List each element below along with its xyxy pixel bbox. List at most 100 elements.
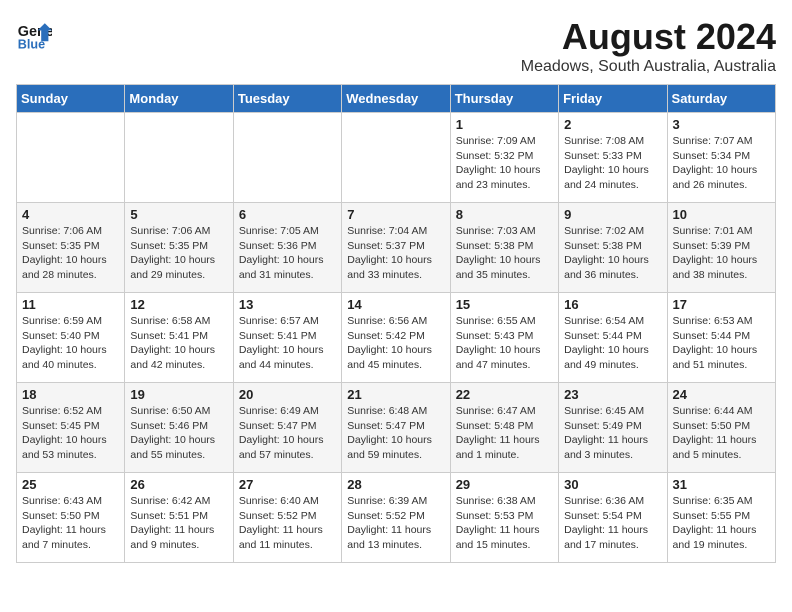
day-number: 25 bbox=[22, 477, 119, 492]
calendar-cell: 8Sunrise: 7:03 AM Sunset: 5:38 PM Daylig… bbox=[450, 203, 558, 293]
calendar-cell: 17Sunrise: 6:53 AM Sunset: 5:44 PM Dayli… bbox=[667, 293, 775, 383]
day-number: 24 bbox=[673, 387, 770, 402]
calendar-subtitle: Meadows, South Australia, Australia bbox=[521, 58, 776, 76]
day-number: 8 bbox=[456, 207, 553, 222]
day-info: Sunrise: 6:42 AM Sunset: 5:51 PM Dayligh… bbox=[130, 494, 227, 553]
day-info: Sunrise: 6:44 AM Sunset: 5:50 PM Dayligh… bbox=[673, 404, 770, 463]
calendar-cell: 14 Sunrise: 6:56 AM Sunset: 5:42 PM Dayli… bbox=[342, 293, 450, 383]
day-number: 13 bbox=[239, 297, 336, 312]
day-info: Sunrise: 7:01 AM Sunset: 5:39 PM Dayligh… bbox=[673, 224, 770, 283]
day-number: 9 bbox=[564, 207, 661, 222]
day-number: 26 bbox=[130, 477, 227, 492]
day-number: 31 bbox=[673, 477, 770, 492]
day-number: 22 bbox=[456, 387, 553, 402]
calendar-cell: 10 Sunrise: 7:01 AM Sunset: 5:39 PM Dayli… bbox=[667, 203, 775, 293]
calendar-cell: 15 Sunrise: 6:55 AM Sunset: 5:43 PM Dayli… bbox=[450, 293, 558, 383]
header-thursday: Thursday bbox=[450, 85, 558, 113]
day-info: Sunrise: 7:06 AM Sunset: 5:35 PM Dayligh… bbox=[22, 224, 119, 283]
day-info: Sunrise: 6:53 AM Sunset: 5:44 PM Dayligh… bbox=[673, 314, 770, 373]
calendar-cell: 23 Sunrise: 6:45 AM Sunset: 5:49 PM Dayli… bbox=[559, 383, 667, 473]
day-number: 15 bbox=[456, 297, 553, 312]
header-tuesday: Tuesday bbox=[233, 85, 341, 113]
calendar-week-row: 25Sunrise: 6:43 AM Sunset: 5:50 PM Dayli… bbox=[17, 473, 776, 563]
calendar-cell: 26 Sunrise: 6:42 AM Sunset: 5:51 PM Dayli… bbox=[125, 473, 233, 563]
header-friday: Friday bbox=[559, 85, 667, 113]
calendar-table: Sunday Monday Tuesday Wednesday Thursday… bbox=[16, 84, 776, 563]
calendar-cell bbox=[125, 113, 233, 203]
calendar-cell: 31 Sunrise: 6:35 AM Sunset: 5:55 PM Dayli… bbox=[667, 473, 775, 563]
day-number: 18 bbox=[22, 387, 119, 402]
calendar-title: August 2024 bbox=[521, 16, 776, 58]
day-number: 10 bbox=[673, 207, 770, 222]
day-info: Sunrise: 6:54 AM Sunset: 5:44 PM Dayligh… bbox=[564, 314, 661, 373]
day-number: 2 bbox=[564, 117, 661, 132]
calendar-cell: 19 Sunrise: 6:50 AM Sunset: 5:46 PM Dayli… bbox=[125, 383, 233, 473]
day-number: 19 bbox=[130, 387, 227, 402]
calendar-cell: 29 Sunrise: 6:38 AM Sunset: 5:53 PM Dayli… bbox=[450, 473, 558, 563]
calendar-cell: 22 Sunrise: 6:47 AM Sunset: 5:48 PM Dayli… bbox=[450, 383, 558, 473]
header-monday: Monday bbox=[125, 85, 233, 113]
calendar-header-row: Sunday Monday Tuesday Wednesday Thursday… bbox=[17, 85, 776, 113]
calendar-cell: 28 Sunrise: 6:39 AM Sunset: 5:52 PM Dayli… bbox=[342, 473, 450, 563]
day-number: 12 bbox=[130, 297, 227, 312]
header-sunday: Sunday bbox=[17, 85, 125, 113]
day-info: Sunrise: 6:35 AM Sunset: 5:55 PM Dayligh… bbox=[673, 494, 770, 553]
day-number: 14 bbox=[347, 297, 444, 312]
day-info: Sunrise: 7:02 AM Sunset: 5:38 PM Dayligh… bbox=[564, 224, 661, 283]
day-info: Sunrise: 7:08 AM Sunset: 5:33 PM Dayligh… bbox=[564, 134, 661, 193]
day-number: 3 bbox=[673, 117, 770, 132]
day-number: 4 bbox=[22, 207, 119, 222]
calendar-cell bbox=[233, 113, 341, 203]
day-number: 20 bbox=[239, 387, 336, 402]
day-number: 27 bbox=[239, 477, 336, 492]
day-info: Sunrise: 7:05 AM Sunset: 5:36 PM Dayligh… bbox=[239, 224, 336, 283]
day-info: Sunrise: 6:52 AM Sunset: 5:45 PM Dayligh… bbox=[22, 404, 119, 463]
day-number: 11 bbox=[22, 297, 119, 312]
calendar-cell: 18 Sunrise: 6:52 AM Sunset: 5:45 PM Dayli… bbox=[17, 383, 125, 473]
day-info: Sunrise: 6:48 AM Sunset: 5:47 PM Dayligh… bbox=[347, 404, 444, 463]
day-info: Sunrise: 7:07 AM Sunset: 5:34 PM Dayligh… bbox=[673, 134, 770, 193]
calendar-cell bbox=[17, 113, 125, 203]
calendar-cell: 7 Sunrise: 7:04 AM Sunset: 5:37 PM Daylig… bbox=[342, 203, 450, 293]
day-number: 5 bbox=[130, 207, 227, 222]
day-info: Sunrise: 6:50 AM Sunset: 5:46 PM Dayligh… bbox=[130, 404, 227, 463]
day-number: 6 bbox=[239, 207, 336, 222]
calendar-cell: 9 Sunrise: 7:02 AM Sunset: 5:38 PM Daylig… bbox=[559, 203, 667, 293]
calendar-cell: 11Sunrise: 6:59 AM Sunset: 5:40 PM Dayli… bbox=[17, 293, 125, 383]
day-info: Sunrise: 6:40 AM Sunset: 5:52 PM Dayligh… bbox=[239, 494, 336, 553]
calendar-cell: 5Sunrise: 7:06 AM Sunset: 5:35 PM Daylig… bbox=[125, 203, 233, 293]
calendar-cell: 3 Sunrise: 7:07 AM Sunset: 5:34 PM Daylig… bbox=[667, 113, 775, 203]
day-info: Sunrise: 7:04 AM Sunset: 5:37 PM Dayligh… bbox=[347, 224, 444, 283]
day-number: 29 bbox=[456, 477, 553, 492]
day-number: 21 bbox=[347, 387, 444, 402]
day-info: Sunrise: 6:39 AM Sunset: 5:52 PM Dayligh… bbox=[347, 494, 444, 553]
day-info: Sunrise: 6:38 AM Sunset: 5:53 PM Dayligh… bbox=[456, 494, 553, 553]
calendar-week-row: 1Sunrise: 7:09 AM Sunset: 5:32 PM Daylig… bbox=[17, 113, 776, 203]
day-info: Sunrise: 6:45 AM Sunset: 5:49 PM Dayligh… bbox=[564, 404, 661, 463]
day-number: 23 bbox=[564, 387, 661, 402]
day-info: Sunrise: 6:55 AM Sunset: 5:43 PM Dayligh… bbox=[456, 314, 553, 373]
day-info: Sunrise: 6:57 AM Sunset: 5:41 PM Dayligh… bbox=[239, 314, 336, 373]
calendar-week-row: 11Sunrise: 6:59 AM Sunset: 5:40 PM Dayli… bbox=[17, 293, 776, 383]
day-info: Sunrise: 6:56 AM Sunset: 5:42 PM Dayligh… bbox=[347, 314, 444, 373]
day-info: Sunrise: 6:36 AM Sunset: 5:54 PM Dayligh… bbox=[564, 494, 661, 553]
logo-icon: General Blue bbox=[16, 16, 52, 52]
calendar-cell: 21 Sunrise: 6:48 AM Sunset: 5:47 PM Dayli… bbox=[342, 383, 450, 473]
calendar-cell: 20Sunrise: 6:49 AM Sunset: 5:47 PM Dayli… bbox=[233, 383, 341, 473]
calendar-week-row: 18 Sunrise: 6:52 AM Sunset: 5:45 PM Dayli… bbox=[17, 383, 776, 473]
calendar-cell: 12 Sunrise: 6:58 AM Sunset: 5:41 PM Dayli… bbox=[125, 293, 233, 383]
calendar-cell: 27 Sunrise: 6:40 AM Sunset: 5:52 PM Dayli… bbox=[233, 473, 341, 563]
day-number: 28 bbox=[347, 477, 444, 492]
day-info: Sunrise: 6:58 AM Sunset: 5:41 PM Dayligh… bbox=[130, 314, 227, 373]
day-info: Sunrise: 6:47 AM Sunset: 5:48 PM Dayligh… bbox=[456, 404, 553, 463]
day-number: 16 bbox=[564, 297, 661, 312]
calendar-cell bbox=[342, 113, 450, 203]
day-number: 7 bbox=[347, 207, 444, 222]
calendar-cell: 1Sunrise: 7:09 AM Sunset: 5:32 PM Daylig… bbox=[450, 113, 558, 203]
calendar-cell: 2 Sunrise: 7:08 AM Sunset: 5:33 PM Daylig… bbox=[559, 113, 667, 203]
day-number: 1 bbox=[456, 117, 553, 132]
calendar-cell: 6 Sunrise: 7:05 AM Sunset: 5:36 PM Daylig… bbox=[233, 203, 341, 293]
title-area: August 2024 Meadows, South Australia, Au… bbox=[521, 16, 776, 76]
header-wednesday: Wednesday bbox=[342, 85, 450, 113]
day-number: 30 bbox=[564, 477, 661, 492]
